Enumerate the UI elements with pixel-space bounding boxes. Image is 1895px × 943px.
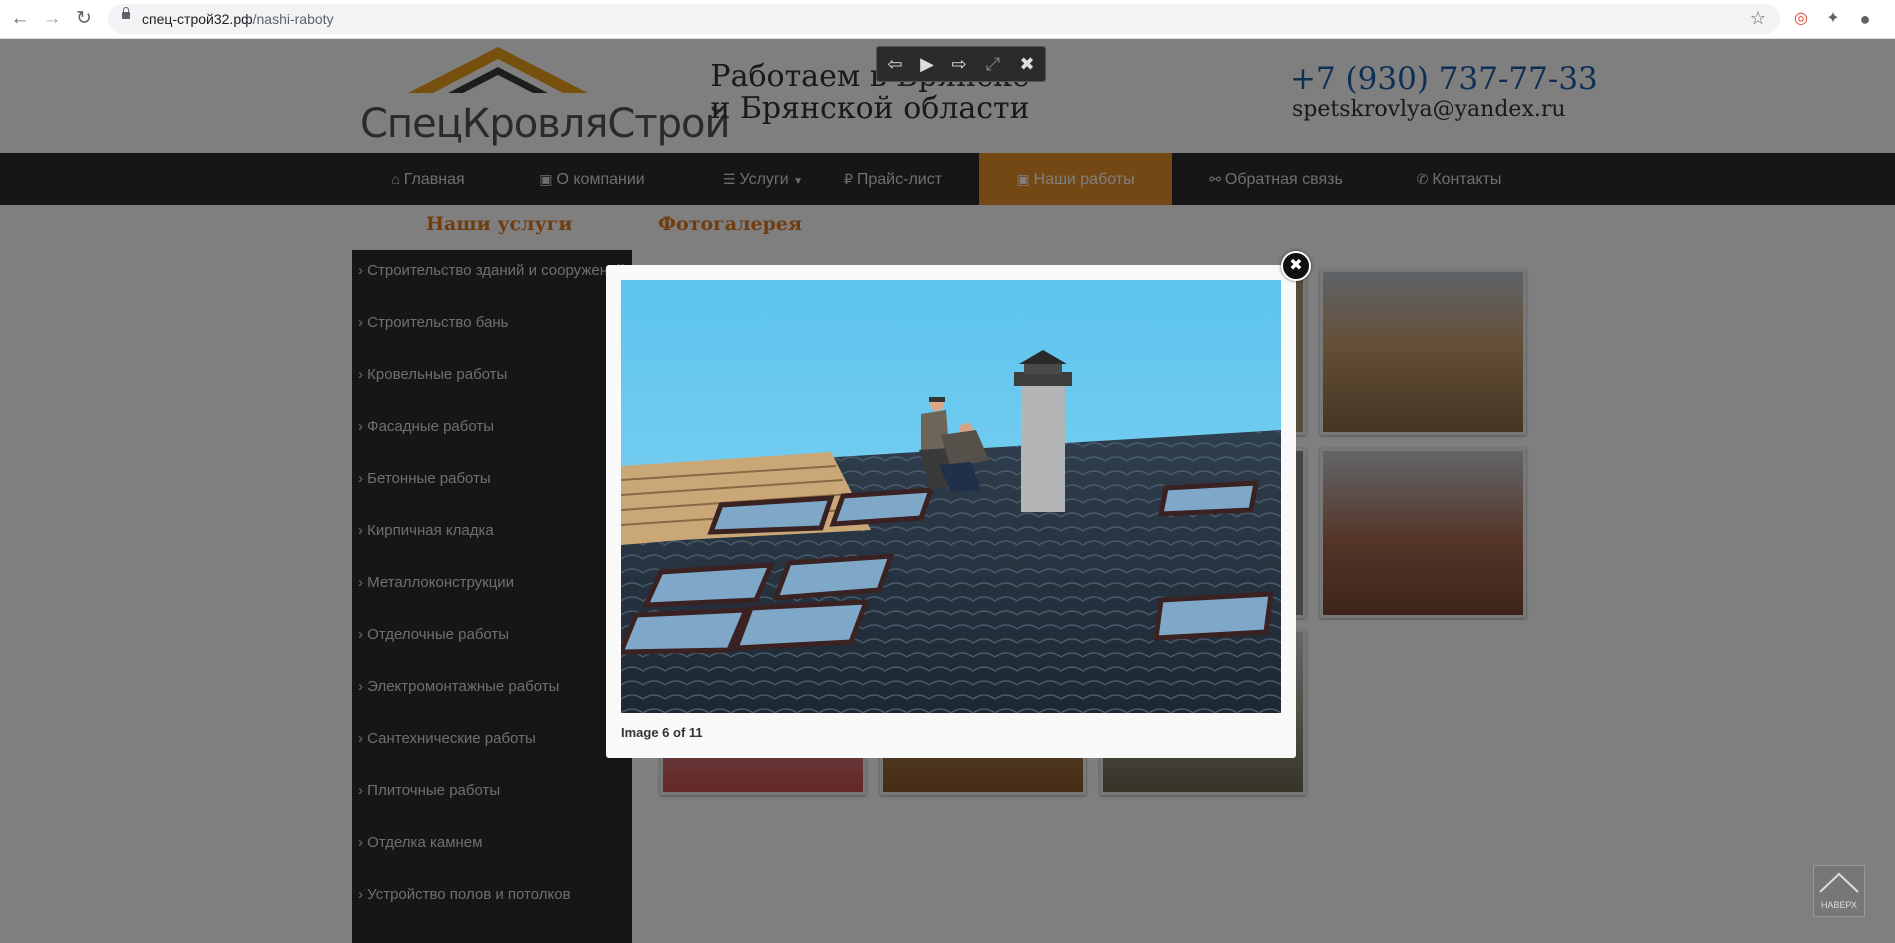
lock-icon <box>122 7 130 19</box>
bookmark-star-icon[interactable]: ☆ <box>1750 8 1766 29</box>
next-arrow-icon[interactable]: ⇨ <box>943 47 975 81</box>
close-icon[interactable]: ✖ <box>1011 47 1043 81</box>
url-text[interactable]: спец-строй32.рф/nashi-raboty <box>142 11 334 27</box>
lightbox-image <box>621 280 1281 713</box>
back-arrow-icon[interactable]: ← <box>8 7 32 31</box>
forward-arrow-icon[interactable]: → <box>40 7 64 31</box>
url-path: /nashi-raboty <box>252 11 334 27</box>
play-icon[interactable]: ▶ <box>911 47 943 81</box>
up-chevron-icon <box>1819 872 1859 893</box>
fullscreen-icon[interactable]: ⤢ <box>977 47 1009 81</box>
reload-icon[interactable]: ↻ <box>72 7 96 31</box>
extension-target-icon[interactable]: ◎ <box>1790 8 1812 30</box>
lightbox-caption: Image 6 of 11 <box>621 725 703 740</box>
lightbox: Image 6 of 11 <box>606 265 1296 758</box>
back-to-top-label: НАВЕРХ <box>1820 900 1858 910</box>
browser-toolbar: ← → ↻ спец-строй32.рф/nashi-raboty ☆ ◎ ✦… <box>0 0 1895 39</box>
previous-arrow-icon[interactable]: ⇦ <box>879 47 911 81</box>
url-domain: спец-строй32.рф <box>142 11 253 27</box>
profile-avatar-icon[interactable]: ● <box>1854 8 1876 30</box>
roof-photo <box>621 280 1281 713</box>
lightbox-close-icon[interactable]: ✖ <box>1281 251 1311 281</box>
extensions-puzzle-icon[interactable]: ✦ <box>1822 8 1844 30</box>
address-bar[interactable]: спец-строй32.рф/nashi-raboty ☆ <box>108 4 1780 34</box>
lightbox-toolbar: ⇦ ▶ ⇨ ⤢ ✖ <box>876 46 1046 82</box>
back-to-top-button[interactable]: НАВЕРХ <box>1813 865 1865 917</box>
